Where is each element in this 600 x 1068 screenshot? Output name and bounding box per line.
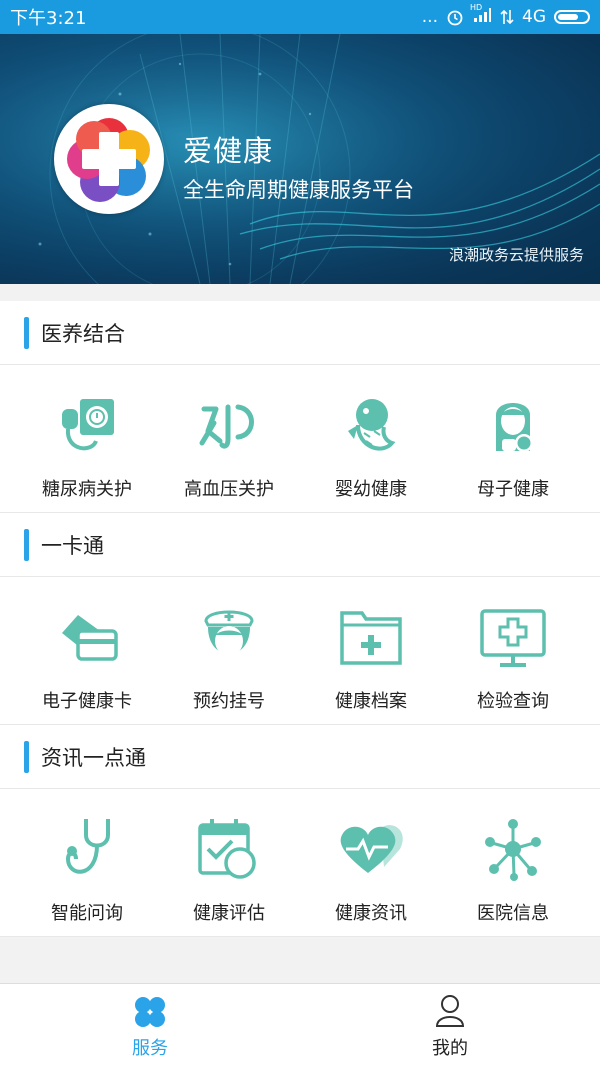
calendar-check-icon xyxy=(198,819,256,879)
service-label: 电子健康卡 xyxy=(42,691,132,712)
stethoscope-icon xyxy=(65,819,110,874)
health-card-icon xyxy=(62,615,118,661)
medical-cross-logo-icon xyxy=(67,118,150,202)
service-health-news[interactable]: 健康资讯 xyxy=(300,789,442,936)
service-infant-health[interactable]: 婴幼健康 xyxy=(300,365,442,512)
service-label: 检验查询 xyxy=(477,691,549,712)
blood-pressure-meter-icon xyxy=(62,399,114,451)
network-type: 4G xyxy=(522,7,546,27)
service-health-card[interactable]: 电子健康卡 xyxy=(16,577,158,724)
tab-services[interactable]: 服务 xyxy=(0,984,300,1068)
service-diabetes-care[interactable]: 糖尿病关护 xyxy=(16,365,158,512)
app-logo xyxy=(54,104,164,214)
service-grid: 糖尿病关护 高血压关护 婴幼健康 母子健康 xyxy=(0,365,600,513)
app-slogan: 全生命周期健康服务平台 xyxy=(183,178,414,202)
service-health-records[interactable]: 健康档案 xyxy=(300,577,442,724)
more-dots-icon: ... xyxy=(421,7,438,27)
service-label: 预约挂号 xyxy=(193,691,265,712)
nurse-icon xyxy=(204,610,254,656)
service-label: 高血压关护 xyxy=(184,479,274,500)
fish-icon xyxy=(348,399,396,451)
service-label: 婴幼健康 xyxy=(335,479,407,500)
service-label: 健康资讯 xyxy=(335,903,407,924)
section-header: 一卡通 xyxy=(0,513,600,577)
data-arrows-icon xyxy=(500,9,514,25)
service-label: 医院信息 xyxy=(477,903,549,924)
section-header: 医养结合 xyxy=(0,301,600,365)
header-banner: 爱健康 全生命周期健康服务平台 浪潮政务云提供服务 xyxy=(0,34,600,284)
service-provider: 浪潮政务云提供服务 xyxy=(448,246,584,264)
alarm-icon xyxy=(447,10,463,26)
tab-label: 我的 xyxy=(432,1038,468,1059)
service-lab-results[interactable]: 检验查询 xyxy=(442,577,584,724)
service-label: 智能问询 xyxy=(51,903,123,924)
service-label: 健康档案 xyxy=(335,691,407,712)
service-appointment[interactable]: 预约挂号 xyxy=(158,577,300,724)
service-label: 糖尿病关护 xyxy=(42,479,132,500)
tab-label: 服务 xyxy=(132,1038,168,1059)
section-yikatong: 一卡通 电子健康卡 预约挂号 健康档案 检验查询 xyxy=(0,513,600,725)
service-mother-child-health[interactable]: 母子健康 xyxy=(442,365,584,512)
section-yiyang: 医养结合 糖尿病关护 高血压关护 婴幼健康 母子健康 xyxy=(0,301,600,513)
section-header: 资讯一点通 xyxy=(0,725,600,789)
section-accent-bar xyxy=(24,741,29,773)
mother-child-icon xyxy=(496,403,533,452)
network-icon xyxy=(485,819,541,881)
tab-mine[interactable]: 我的 xyxy=(300,984,600,1068)
user-icon xyxy=(435,995,465,1027)
section-title: 医养结合 xyxy=(41,322,125,346)
service-smart-inquiry[interactable]: 智能问询 xyxy=(16,789,158,936)
service-grid: 电子健康卡 预约挂号 健康档案 检验查询 xyxy=(0,577,600,725)
section-title: 资讯一点通 xyxy=(41,746,146,770)
medical-monitor-icon xyxy=(480,609,546,667)
section-title: 一卡通 xyxy=(41,534,104,558)
hd-signal-icon: HD xyxy=(470,3,492,28)
medical-folder-icon xyxy=(340,611,402,665)
bottom-tab-bar: 服务 我的 xyxy=(0,983,600,1068)
section-accent-bar xyxy=(24,317,29,349)
service-grid: 智能问询 健康评估 健康资讯 医院信息 xyxy=(0,789,600,937)
section-accent-bar xyxy=(24,529,29,561)
heartbeat-icon xyxy=(340,825,403,873)
hypertension-icon xyxy=(199,404,254,449)
service-label: 母子健康 xyxy=(477,479,549,500)
service-hypertension-care[interactable]: 高血压关护 xyxy=(158,365,300,512)
status-time: 下午3:21 xyxy=(10,8,87,29)
status-icons: ... HD 4G xyxy=(421,3,590,28)
service-health-assessment[interactable]: 健康评估 xyxy=(158,789,300,936)
clover-icon xyxy=(135,997,165,1027)
battery-icon xyxy=(554,10,590,24)
status-bar: 下午3:21 ... HD 4G xyxy=(0,0,600,34)
app-name: 爱健康 xyxy=(183,134,274,168)
service-hospital-info[interactable]: 医院信息 xyxy=(442,789,584,936)
section-info: 资讯一点通 智能问询 健康评估 健康资讯 医院信息 xyxy=(0,725,600,937)
service-label: 健康评估 xyxy=(193,903,265,924)
